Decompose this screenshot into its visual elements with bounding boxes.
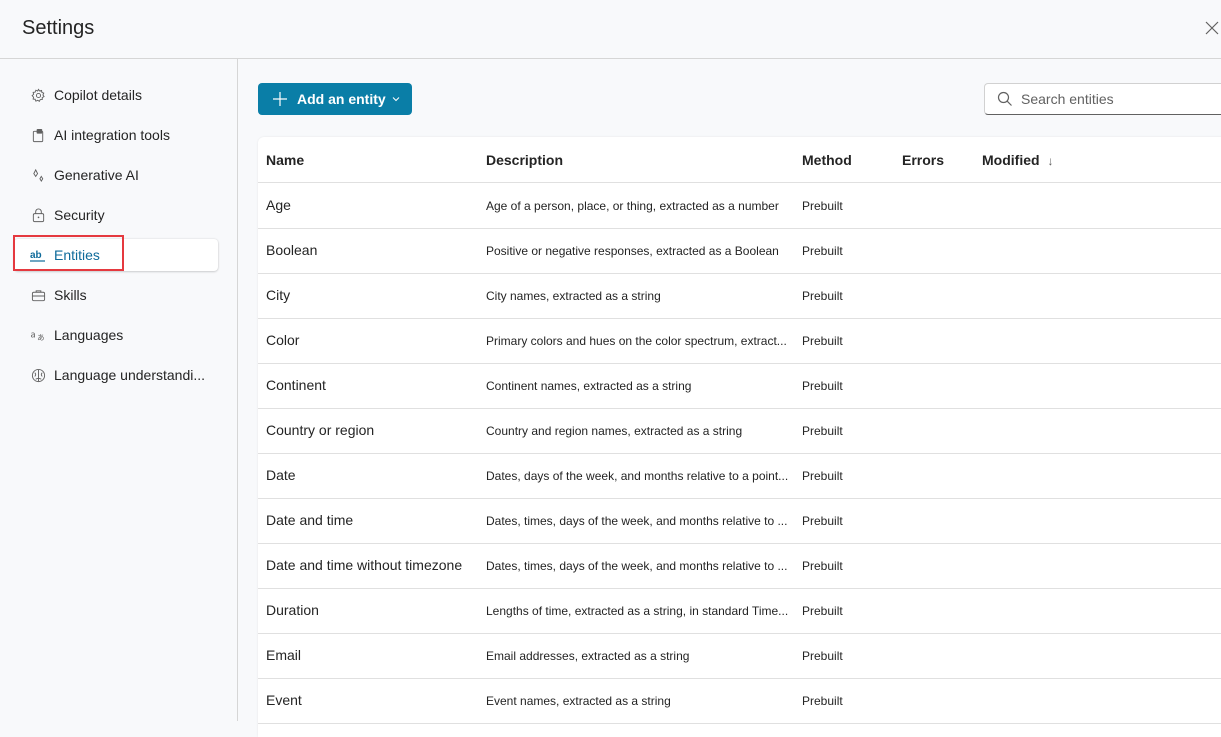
entity-method: Prebuilt [802,604,843,618]
sidebar-item-label: Generative AI [54,167,139,183]
sidebar-item-languages[interactable]: aあ Languages [14,319,218,351]
table-header: Name Description Method Errors Modified … [258,137,1221,183]
sidebar-item-label: Entities [54,247,100,263]
settings-header: Settings [0,0,1221,59]
column-header-modified[interactable]: Modified ↓ [982,152,1053,168]
plus-icon [273,92,287,106]
table-row[interactable]: Color Primary colors and hues on the colo… [258,318,1221,364]
table-row[interactable]: Date Dates, days of the week, and months … [258,453,1221,499]
add-entity-button[interactable]: Add an entity [258,83,412,115]
entity-method: Prebuilt [802,514,843,528]
entity-method: Prebuilt [802,559,843,573]
entity-name: City [266,287,291,303]
sidebar-item-language-understanding[interactable]: Language understandi... [14,359,218,391]
entity-description: City names, extracted as a string [486,289,661,303]
entity-description: Dates, times, days of the week, and mont… [486,514,788,528]
clipboard-tool-icon [30,127,46,143]
entity-method: Prebuilt [802,334,843,348]
entity-description: Positive or negative responses, extracte… [486,244,779,258]
sidebar-item-label: Security [54,207,105,223]
column-header-errors[interactable]: Errors [902,152,944,168]
column-header-method[interactable]: Method [802,152,852,168]
entity-name: Date [266,467,296,483]
table-row[interactable]: Email Email addresses, extracted as a str… [258,633,1221,679]
entity-method: Prebuilt [802,289,843,303]
sidebar-item-label: Language understandi... [54,367,206,383]
sidebar-item-label: Languages [54,327,124,343]
brain-icon [30,367,46,383]
sidebar-item-label: Skills [54,287,87,303]
entity-name: Email [266,647,302,663]
lock-icon [30,207,46,223]
table-row[interactable]: Boolean Positive or negative responses, e… [258,228,1221,274]
entities-table: Name Description Method Errors Modified … [258,137,1221,737]
column-header-modified-label: Modified [982,152,1040,168]
entity-description: Dates, times, days of the week, and mont… [486,559,788,573]
entity-name: Duration [266,602,319,618]
sidebar-item-label: Copilot details [54,87,142,103]
entity-name: Age [266,197,291,213]
add-entity-label: Add an entity [297,91,386,107]
table-row[interactable]: Age Age of a person, place, or thing, ext… [258,183,1221,229]
entity-method: Prebuilt [802,649,843,663]
entity-description: Event names, extracted as a string [486,694,671,708]
entity-method: Prebuilt [802,199,843,213]
sparkle-icon [30,167,46,183]
entity-name: Event [266,692,302,708]
sidebar-item-security[interactable]: Security [14,199,218,231]
svg-text:a: a [31,329,36,339]
text-ab-icon: ab [30,247,46,263]
entity-name: Continent [266,377,326,393]
entity-name: Country or region [266,422,375,438]
sidebar-item-entities[interactable]: ab Entities [14,239,218,271]
entity-name: Boolean [266,242,318,258]
search-icon [997,91,1012,106]
language-icon: aあ [30,327,46,343]
sidebar-item-skills[interactable]: Skills [14,279,218,311]
entity-method: Prebuilt [802,424,843,438]
sidebar-item-copilot-details[interactable]: Copilot details [14,79,218,111]
table-row[interactable]: Date and time Dates, times, days of the w… [258,498,1221,544]
table-row[interactable]: Duration Lengths of time, extracted as a … [258,588,1221,634]
table-row[interactable]: City City names, extracted as a string Pre… [258,273,1221,319]
sort-descending-icon: ↓ [1047,154,1054,168]
chevron-down-icon [392,97,400,102]
entity-description: Dates, days of the week, and months rela… [486,469,789,483]
entity-name: Date and time without timezone [266,557,463,573]
page-title: Settings [22,17,95,39]
table-row[interactable]: Continent Continent names, extracted as a… [258,363,1221,409]
entity-description: Continent names, extracted as a string [486,379,692,393]
sidebar-item-ai-integration-tools[interactable]: AI integration tools [14,119,218,151]
entity-description: Lengths of time, extracted as a string, … [486,604,789,618]
gear-icon [30,87,46,103]
search-box[interactable] [984,83,1221,115]
svg-text:ab: ab [30,250,42,261]
entity-name: Date and time [266,512,354,528]
search-input[interactable] [1019,90,1221,108]
briefcase-icon [30,287,46,303]
sidebar-item-generative-ai[interactable]: Generative AI [14,159,218,191]
settings-sidebar: Copilot details AI integration tools Gen… [0,59,238,721]
column-header-description[interactable]: Description [486,152,563,168]
table-row[interactable]: Date and time without timezone Dates, tim… [258,543,1221,589]
entity-method: Prebuilt [802,244,843,258]
entity-name: Color [266,332,300,348]
svg-text:あ: あ [37,333,45,342]
sidebar-item-label: AI integration tools [54,127,170,143]
entity-description: Email addresses, extracted as a string [486,649,690,663]
entity-description: Age of a person, place, or thing, extrac… [486,199,779,213]
entity-method: Prebuilt [802,379,843,393]
close-icon [1205,21,1219,35]
entity-method: Prebuilt [802,469,843,483]
entity-description: Country and region names, extracted as a… [486,424,743,438]
entity-description: Primary colors and hues on the color spe… [486,334,787,348]
table-row[interactable]: Country or region Country and region name… [258,408,1221,454]
column-header-name[interactable]: Name [266,152,304,168]
entity-method: Prebuilt [802,694,843,708]
table-row[interactable]: Event Event names, extracted as a string P… [258,678,1221,724]
close-button[interactable] [1204,20,1221,38]
